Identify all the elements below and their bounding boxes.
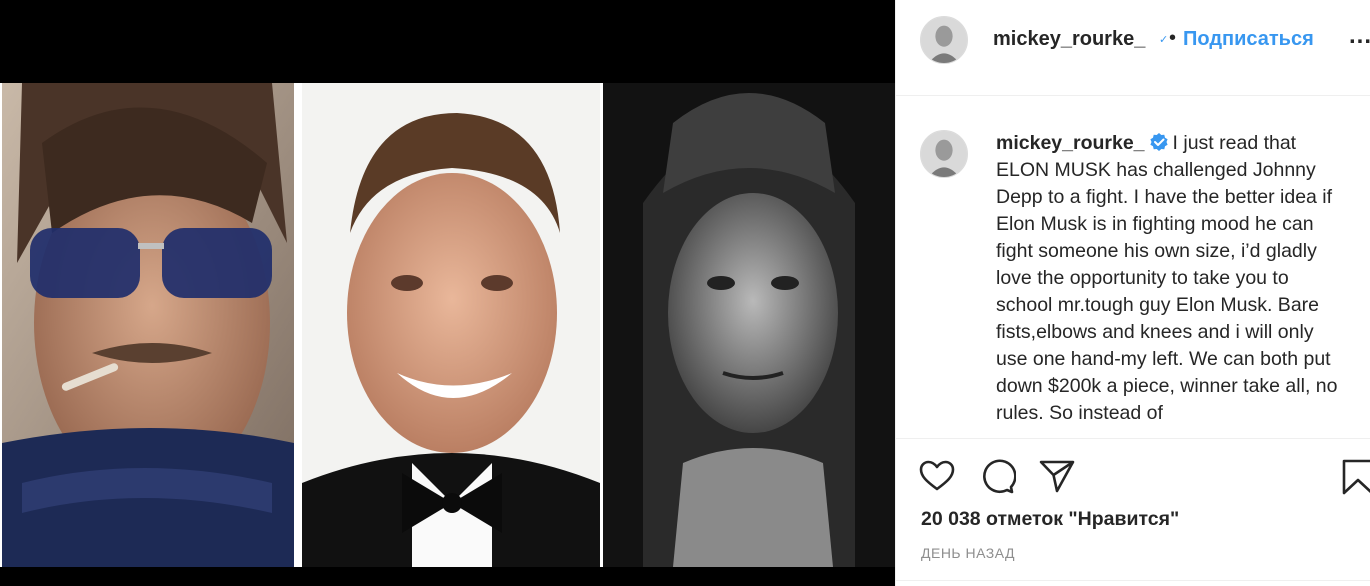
author-username[interactable]: mickey_rourke_ [993, 28, 1145, 51]
bookmark-icon[interactable] [1339, 457, 1370, 495]
photo-panel-center [302, 83, 600, 567]
ellipsis-icon[interactable]: ... [1349, 22, 1370, 50]
likes-count[interactable]: 20 038 отметок "Нравится" [921, 508, 1179, 531]
caption-avatar[interactable] [920, 130, 968, 178]
caption-username[interactable]: mickey_rourke_ [996, 132, 1145, 154]
caption-text: I just read that ELON MUSK has challenge… [996, 132, 1338, 424]
divider [896, 580, 1370, 581]
photo-panel-right [603, 83, 895, 567]
photo-panel-left [2, 83, 294, 567]
post-sidebar: mickey_rourke_ ✓ • Подписаться ... micke… [895, 0, 1370, 586]
follow-button[interactable]: Подписаться [1183, 28, 1314, 51]
action-bar [896, 452, 1370, 496]
post-header: mickey_rourke_ ✓ • Подписаться ... [896, 0, 1370, 96]
verified-check-icon [1149, 133, 1168, 151]
post-timestamp[interactable]: День назад [921, 545, 1015, 561]
paper-plane-icon[interactable] [1038, 457, 1076, 495]
post-media[interactable] [0, 0, 895, 586]
photo-collage [0, 83, 895, 567]
comments-section[interactable]: mickey_rourke_ I just read that ELON MUS… [896, 97, 1370, 439]
comment-bubble-icon[interactable] [978, 457, 1016, 495]
post-caption: mickey_rourke_ I just read that ELON MUS… [996, 130, 1348, 427]
author-avatar[interactable] [920, 16, 968, 64]
verified-check-icon: ✓ [1159, 34, 1169, 46]
separator-dot: • [1169, 27, 1177, 49]
heart-icon[interactable] [918, 457, 956, 495]
